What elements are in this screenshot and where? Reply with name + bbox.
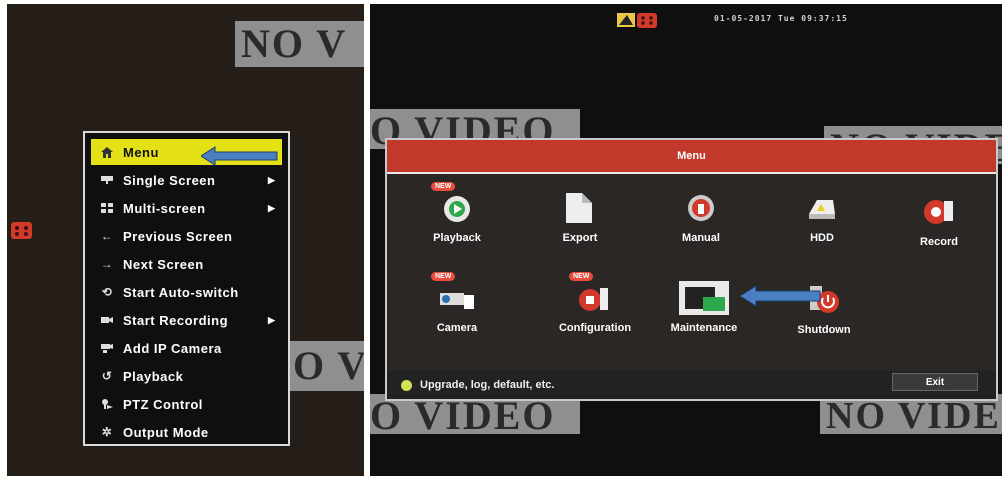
menu-footer: Upgrade, log, default, etc. Exit — [387, 371, 996, 399]
menu-item-label: Output Mode — [123, 424, 209, 440]
tile-label: Camera — [436, 322, 478, 334]
hint-indicator-icon — [401, 379, 412, 391]
output-mode-icon: ✲ — [101, 425, 113, 439]
menu-item-label: Multi-screen — [123, 200, 206, 216]
context-menu-item-single-screen[interactable]: Single Screen ▶ — [91, 167, 282, 193]
camera-icon: NEW — [427, 272, 487, 320]
menu-item-label: Single Screen — [123, 172, 216, 188]
tile-label: Shutdown — [797, 324, 851, 336]
context-menu-item-start-auto-switch[interactable]: ⟲ Start Auto-switch — [91, 279, 282, 305]
record-icon — [91, 315, 123, 325]
multi-screen-icon — [91, 203, 123, 213]
submenu-arrow-icon: ▶ — [268, 314, 276, 325]
export-icon — [550, 186, 610, 230]
tile-camera[interactable]: NEW Camera — [402, 272, 512, 346]
playback-icon: ↺ — [101, 369, 113, 383]
new-badge: NEW — [431, 272, 456, 281]
left-screenshot: NO V O V Menu Single Screen ▶ Multi-scre… — [7, 4, 364, 476]
tile-export[interactable]: Export — [525, 186, 635, 256]
tile-label: Playback — [433, 232, 481, 244]
status-icons — [617, 13, 657, 28]
annotation-arrow-icon — [201, 146, 278, 166]
context-menu-item-multi-screen[interactable]: Multi-screen ▶ — [91, 195, 282, 221]
submenu-arrow-icon: ▶ — [268, 202, 276, 213]
camera-status-icon — [637, 13, 657, 28]
tile-label: Manual — [682, 232, 720, 244]
arrow-right-icon: → — [100, 257, 114, 271]
menu-item-label: Previous Screen — [123, 228, 233, 244]
menu-title: Menu — [387, 140, 996, 174]
right-screenshot: 01-05-2017 Tue 09:37:15 O VIDEO NO VIDE … — [370, 4, 1002, 476]
main-menu-window: Menu NEW Playback Export Manual HDD Reco… — [385, 138, 998, 401]
manual-icon — [671, 186, 731, 230]
camera-status-icon — [11, 222, 32, 239]
home-icon — [91, 146, 123, 158]
single-screen-icon — [91, 175, 123, 185]
context-menu-item-start-recording[interactable]: Start Recording ▶ — [91, 307, 282, 333]
tile-label: Export — [562, 232, 598, 244]
ip-camera-icon — [91, 343, 123, 353]
annotation-arrow-icon — [740, 285, 821, 307]
datetime-display: 01-05-2017 Tue 09:37:15 — [714, 14, 848, 23]
tile-configuration[interactable]: NEW Configuration — [540, 272, 650, 346]
context-menu-item-ptz-control[interactable]: PTZ Control — [91, 391, 282, 417]
no-video-tile: O V — [287, 341, 364, 391]
menu-item-label: PTZ Control — [123, 396, 203, 412]
hdd-icon — [792, 186, 852, 230]
tile-label: Record — [920, 236, 958, 248]
configuration-icon: NEW — [565, 272, 625, 320]
tile-hdd[interactable]: HDD — [767, 186, 877, 256]
tile-label: Configuration — [558, 322, 632, 334]
tile-manual[interactable]: Manual — [646, 186, 756, 256]
context-menu-item-next-screen[interactable]: → Next Screen — [91, 251, 282, 277]
hint-text: Upgrade, log, default, etc. — [420, 379, 555, 391]
ptz-icon — [91, 399, 123, 409]
menu-item-label: Next Screen — [123, 256, 204, 272]
context-menu-item-add-ip-camera[interactable]: Add IP Camera — [91, 335, 282, 361]
new-badge: NEW — [431, 182, 456, 191]
new-badge: NEW — [569, 272, 594, 281]
context-menu: Menu Single Screen ▶ Multi-screen ▶ ← Pr… — [83, 131, 290, 446]
menu-item-label: Playback — [123, 368, 184, 384]
exit-button[interactable]: Exit — [892, 373, 978, 391]
arrow-left-icon: ← — [100, 229, 114, 243]
maintenance-icon — [674, 276, 734, 320]
playback-icon: NEW — [427, 182, 487, 230]
no-video-tile: NO V — [235, 21, 364, 67]
tile-label: HDD — [810, 232, 834, 244]
context-menu-item-playback[interactable]: ↺ Playback — [91, 363, 282, 389]
context-menu-item-previous-screen[interactable]: ← Previous Screen — [91, 223, 282, 249]
auto-switch-icon: ⟲ — [101, 285, 113, 299]
menu-item-label: Start Recording — [123, 312, 229, 328]
menu-item-label: Add IP Camera — [123, 340, 222, 356]
tile-label: Maintenance — [670, 322, 738, 334]
tile-record[interactable]: Record — [884, 190, 994, 260]
context-menu-item-output-mode[interactable]: ✲ Output Mode — [91, 419, 282, 445]
context-menu-item-menu[interactable]: Menu — [91, 139, 282, 166]
tile-playback[interactable]: NEW Playback — [402, 182, 512, 256]
submenu-arrow-icon: ▶ — [268, 174, 276, 185]
menu-item-label: Start Auto-switch — [123, 284, 239, 300]
record-icon — [909, 190, 969, 234]
